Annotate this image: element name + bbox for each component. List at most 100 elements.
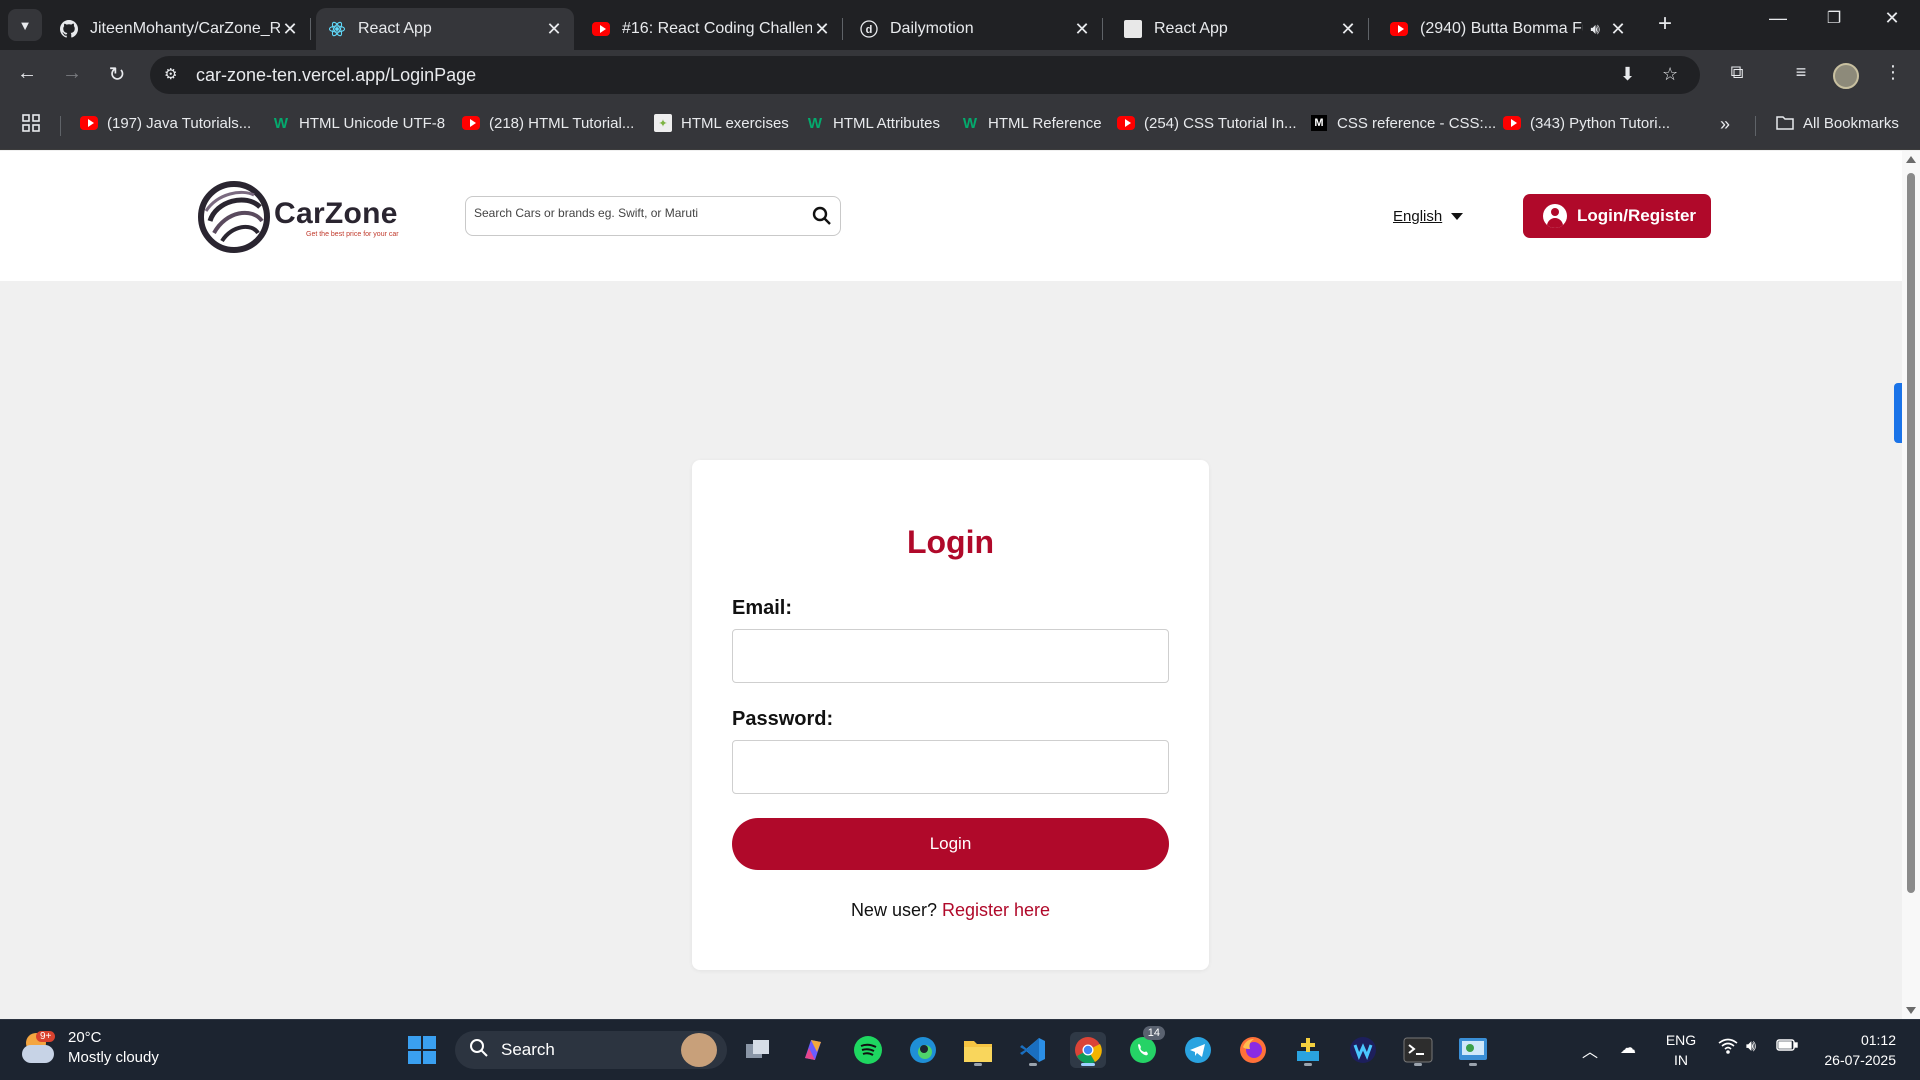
reload-icon[interactable]: ↻ [102,62,132,87]
bookmark-item[interactable]: ✦ HTML exercises [654,114,789,132]
browser-tab[interactable]: JiteenMohanty/CarZone_R ✕ [48,8,311,50]
copilot-icon[interactable] [795,1032,831,1068]
site-info-icon[interactable]: ⚙︎ [164,65,177,83]
weather-cloudy-icon: 9+ [22,1031,56,1065]
tab-close-icon[interactable]: ✕ [1072,19,1092,40]
close-window-icon[interactable]: ✕ [1872,8,1912,29]
email-label: Email: [732,597,793,619]
task-view-icon[interactable] [740,1032,776,1068]
brand-tagline: Get the best price for your car [306,230,399,238]
tab-separator [1102,18,1103,40]
site-logo[interactable]: CarZone Get the best price for your car [196,181,399,253]
speaker-icon[interactable]: 🔊︎ [1591,21,1600,38]
search-icon[interactable] [812,206,832,231]
restore-icon[interactable]: ❐ [1814,8,1854,28]
games-icon[interactable] [1290,1032,1326,1068]
tab-close-icon[interactable]: ✕ [1608,19,1628,40]
bookmark-item[interactable]: (343) Python Tutori... [1503,114,1670,132]
register-link[interactable]: Register here [942,900,1050,920]
bookmark-item[interactable]: (218) HTML Tutorial... [462,114,634,132]
carzone-logo-icon [198,181,270,253]
input-language[interactable]: ENG IN [1664,1030,1698,1070]
back-icon[interactable]: ← [12,62,42,85]
whatsapp-badge: 14 [1142,1026,1165,1040]
tab-separator [1368,18,1369,40]
weather-widget[interactable]: 9+ 20°C Mostly cloudy [22,1028,159,1068]
page-scrollbar[interactable] [1902,151,1920,1019]
tab-title: (2940) Butta Bomma Fu [1420,20,1583,37]
apps-icon[interactable] [22,114,40,132]
browser-tab-active[interactable]: React App ✕ [316,8,574,50]
w3schools-icon: W [807,114,823,132]
onedrive-error-icon[interactable]: ☁︎ [1620,1038,1636,1058]
chrome-icon[interactable] [1070,1032,1106,1068]
tab-close-icon[interactable]: ✕ [812,19,832,40]
windows-start-icon[interactable] [404,1032,440,1068]
vscode-icon[interactable] [1015,1032,1051,1068]
control-panel-icon[interactable] [1455,1032,1491,1068]
clock-time: 01:12 [1860,1032,1896,1048]
address-bar[interactable]: ⚙︎ car-zone-ten.vercel.app/LoginPage ⬇︎ … [150,56,1700,94]
url-text[interactable]: car-zone-ten.vercel.app/LoginPage [196,65,476,86]
bookmark-item[interactable]: (254) CSS Tutorial In... [1117,114,1297,132]
react-app-icon [1124,20,1142,38]
more-bookmarks-button[interactable]: » [1720,114,1730,135]
minimize-icon[interactable]: — [1758,8,1798,29]
browser-tab[interactable]: #16: React Coding Challenge ✕ [580,8,843,50]
battery-icon[interactable] [1776,1038,1798,1057]
forward-icon[interactable]: → [57,62,87,85]
login-register-button[interactable]: Login/Register [1523,194,1711,238]
webex-icon[interactable] [1345,1032,1381,1068]
volume-icon[interactable]: 🔊︎ [1746,1038,1756,1056]
youtube-icon [462,114,480,132]
tab-search-menu-button[interactable]: ▼ [8,9,42,41]
bookmark-item[interactable]: (197) Java Tutorials... [80,114,251,132]
bookmark-item[interactable]: M CSS reference - CSS:... [1310,114,1496,132]
browser-tab[interactable]: React App ✕ [1112,8,1369,50]
bookmark-item[interactable]: W HTML Reference [961,114,1102,132]
file-explorer-icon[interactable] [960,1032,996,1068]
weather-temp: 20°C [68,1029,102,1046]
folder-icon [1776,114,1794,132]
tab-title: React App [1154,20,1228,37]
side-panel-tab[interactable] [1894,383,1902,443]
install-app-icon[interactable]: ⬇︎ [1620,64,1635,85]
search-input[interactable] [474,206,804,220]
email-field[interactable] [732,629,1169,683]
edge-icon[interactable] [905,1032,941,1068]
all-bookmarks-button[interactable]: All Bookmarks [1776,114,1899,132]
telegram-icon[interactable] [1180,1032,1216,1068]
terminal-icon[interactable] [1400,1032,1436,1068]
youtube-icon [1117,114,1135,132]
menu-icon[interactable]: ⋮ [1878,62,1908,83]
bookmark-label: CSS reference - CSS:... [1337,114,1497,132]
tab-close-icon[interactable]: ✕ [544,19,564,40]
login-submit-button[interactable]: Login [732,818,1169,870]
new-tab-button[interactable]: + [1650,10,1680,38]
spotify-icon[interactable] [850,1032,886,1068]
firefox-icon[interactable] [1235,1032,1271,1068]
system-clock[interactable]: 01:12 26-07-2025 [1816,1030,1896,1070]
whatsapp-icon[interactable]: 14 [1125,1026,1165,1068]
profile-avatar[interactable] [1833,63,1859,89]
scrollbar-thumb[interactable] [1907,173,1915,893]
bookmark-item[interactable]: W HTML Attributes [806,114,940,132]
extensions-icon[interactable]: ⧉ [1722,62,1752,83]
bookmark-item[interactable]: W HTML Unicode UTF-8 [272,114,445,132]
language-select[interactable]: English [1393,208,1464,225]
search-box[interactable] [465,196,841,236]
media-control-icon[interactable]: ≡ [1786,62,1816,83]
scroll-up-icon[interactable] [1906,156,1916,163]
tab-close-icon[interactable]: ✕ [1338,19,1358,40]
browser-tab[interactable]: d Dailymotion ✕ [848,8,1103,50]
show-hidden-icons[interactable]: ︿ [1582,1038,1598,1062]
password-field[interactable] [732,740,1169,794]
taskbar-search[interactable]: Search [455,1031,727,1069]
tab-title: #16: React Coding Challenge [622,20,812,37]
scroll-down-icon[interactable] [1906,1007,1916,1014]
browser-tab[interactable]: (2940) Butta Bomma Fu 🔊︎ ✕ [1378,8,1638,50]
wifi-icon[interactable] [1718,1038,1738,1059]
youtube-icon [592,20,610,38]
bookmark-star-icon[interactable]: ☆ [1662,64,1678,85]
tab-close-icon[interactable]: ✕ [280,19,300,40]
